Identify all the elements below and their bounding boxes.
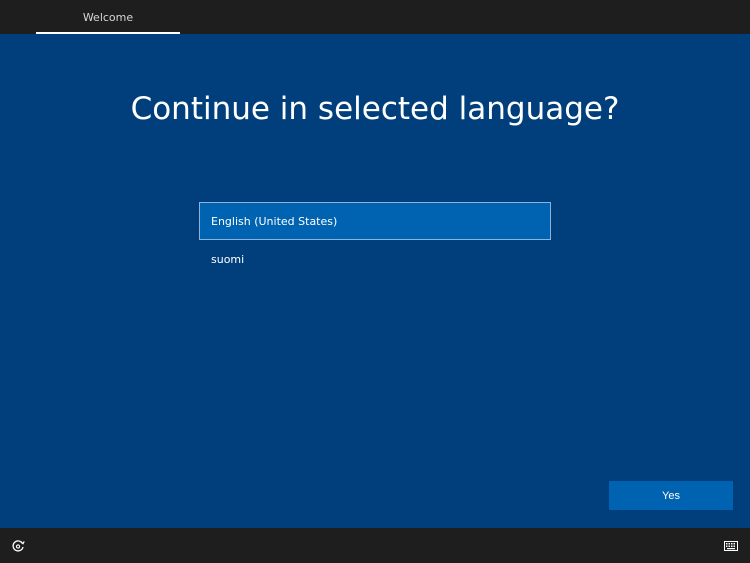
ease-of-access-icon[interactable] [10,538,26,554]
language-option-suomi[interactable]: suomi [199,240,551,278]
bottom-bar [0,528,750,563]
keyboard-icon[interactable] [724,541,738,551]
top-bar: Welcome [0,0,750,34]
language-option-label: suomi [211,252,245,266]
tab-welcome: Welcome [36,0,180,34]
language-option-english[interactable]: English (United States) [199,202,551,240]
page-title: Continue in selected language? [130,91,620,127]
language-option-label: English (United States) [211,214,338,228]
language-list: English (United States) suomi [199,202,551,278]
yes-button[interactable]: Yes [609,481,733,510]
oobe-screen: Welcome Continue in selected language? E… [0,0,750,563]
